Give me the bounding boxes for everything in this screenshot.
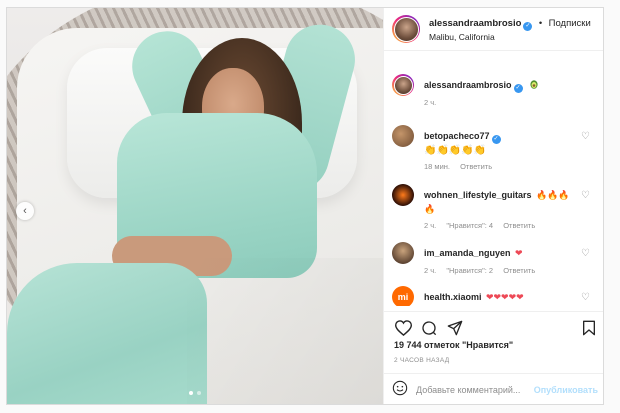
red-heart-emoji-icon: ❤	[514, 248, 523, 258]
post-sidebar: alessandraambrosio ✓ • Подписки Malibu, C…	[383, 8, 603, 404]
commenter-avatar[interactable]	[392, 242, 414, 264]
action-bar	[384, 311, 603, 341]
instagram-post: ‹ alessandraambrosio ✓ • Подписки Malibu,…	[6, 7, 604, 405]
comment-bubble-icon[interactable]	[420, 319, 438, 337]
comment-time: 2 ч.	[424, 221, 437, 230]
comment-username[interactable]: health.xiaomi	[424, 292, 482, 302]
like-comment-heart-icon[interactable]: ♡	[581, 131, 590, 142]
caption-time: 2 ч.	[424, 98, 437, 107]
post-time: 2 ЧАСОВ НАЗАД	[394, 357, 450, 364]
commenter-avatar[interactable]	[392, 125, 414, 147]
like-comment-heart-icon[interactable]: ♡	[581, 292, 590, 303]
avocado-emoji-icon	[530, 80, 538, 89]
comment-username[interactable]: betopacheco77	[424, 131, 490, 141]
caption-username[interactable]: alessandraambrosio	[424, 80, 512, 90]
fire-emoji-icon: 🔥	[424, 204, 436, 214]
page-frame: ‹ alessandraambrosio ✓ • Подписки Malibu,…	[0, 0, 620, 413]
publish-button[interactable]: Опубликовать	[534, 385, 598, 395]
xiaomi-logo-icon[interactable]: mi	[392, 286, 414, 306]
location-link[interactable]: Malibu, California	[429, 31, 591, 44]
reply-button[interactable]: Ответить	[460, 162, 492, 171]
like-comment-heart-icon[interactable]: ♡	[581, 248, 590, 259]
verified-icon: ✓	[491, 135, 501, 144]
carousel-dot	[189, 391, 193, 395]
share-paper-plane-icon[interactable]	[446, 319, 464, 337]
separator-dot: •	[538, 17, 543, 29]
verified-icon: ✓	[523, 21, 533, 31]
shadow	[187, 258, 383, 404]
carousel-dots	[7, 391, 383, 395]
clapping-hands-emoji-icon: 👏👏👏👏👏	[424, 145, 487, 156]
comment-username[interactable]: wohnen_lifestyle_guitars	[424, 190, 532, 200]
like-heart-icon[interactable]	[394, 319, 412, 337]
chevron-left-icon: ‹	[23, 205, 27, 217]
red-heart-emoji-icon: ❤❤❤❤❤	[485, 292, 524, 302]
bookmark-icon[interactable]	[580, 319, 598, 337]
comment-input[interactable]: Добавьте комментарий...	[416, 385, 520, 395]
emoji-smile-icon[interactable]	[392, 380, 408, 401]
comment-time: 18 мин.	[424, 162, 450, 171]
reply-button[interactable]: Ответить	[503, 266, 535, 275]
like-comment-heart-icon[interactable]: ♡	[581, 190, 590, 201]
comment-time: 2 ч.	[424, 266, 437, 275]
author-avatar[interactable]	[392, 74, 414, 96]
legs	[7, 263, 207, 404]
likes-count[interactable]: 19 744 отметок "Нравится"	[394, 340, 513, 350]
commenter-avatar[interactable]	[392, 184, 414, 206]
reply-button[interactable]: Ответить	[503, 221, 535, 230]
verified-icon: ✓	[513, 84, 523, 93]
author-avatar[interactable]	[392, 15, 420, 43]
carousel-dot	[197, 391, 201, 395]
comment-likes[interactable]: "Нравится": 2	[446, 266, 493, 275]
comments-list: alessandraambrosio ✓ 2 ч. betopacheco77 ✓ …	[384, 60, 603, 306]
post-header: alessandraambrosio ✓ • Подписки Malibu, C…	[384, 8, 603, 51]
add-comment-bar: Добавьте комментарий... Опубликовать	[384, 373, 603, 404]
post-photo[interactable]: ‹	[7, 8, 383, 404]
carousel-prev-button[interactable]: ‹	[16, 202, 34, 220]
fire-emoji-icon: 🔥🔥🔥	[535, 190, 570, 200]
comment-username[interactable]: im_amanda_nguyen	[424, 248, 511, 258]
author-username[interactable]: alessandraambrosio	[429, 18, 521, 29]
following-button[interactable]: Подписки	[549, 18, 591, 29]
comment-likes[interactable]: "Нравится": 4	[446, 221, 493, 230]
